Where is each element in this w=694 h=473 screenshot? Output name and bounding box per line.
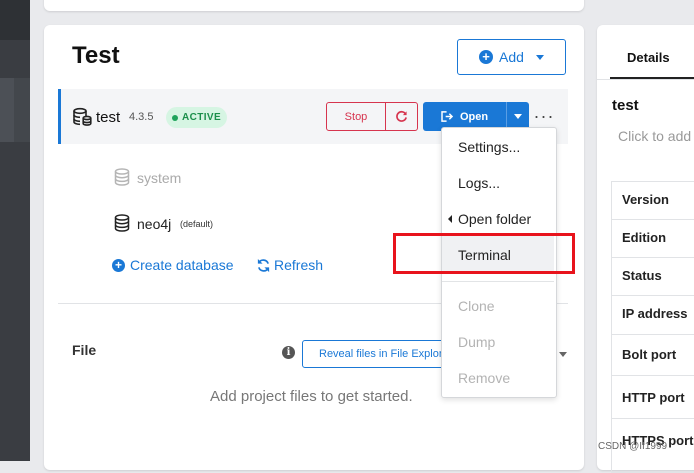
dbms-version: 4.3.5 — [129, 111, 154, 123]
chevron-down-icon — [535, 54, 544, 60]
chevron-down-icon — [514, 114, 522, 119]
add-button-label: Add — [499, 49, 524, 65]
database-icon — [114, 214, 130, 232]
refresh-label: Refresh — [274, 257, 324, 273]
reveal-files-button[interactable]: Reveal files in File Explorer — [302, 340, 452, 368]
database-stack-icon — [73, 107, 92, 126]
dbms-name: test — [96, 109, 121, 126]
empty-files-message: Add project files to get started. — [210, 388, 413, 405]
property-label: HTTP port — [622, 390, 685, 405]
project-title: Test — [72, 42, 120, 69]
status-dot-icon — [171, 114, 178, 121]
create-database-label: Create database — [130, 257, 234, 273]
dbms-selected-indicator — [58, 89, 61, 144]
property-label: Version — [622, 192, 669, 207]
menu-item-open-folder[interactable]: Open folder — [458, 211, 531, 227]
refresh-icon — [257, 258, 270, 272]
watermark: CSDN @II1999 — [598, 441, 668, 452]
refresh-link[interactable]: Refresh — [256, 257, 323, 273]
stop-button[interactable]: Stop — [326, 102, 386, 131]
app-sidebar — [0, 0, 30, 461]
property-divider — [611, 375, 694, 376]
property-label: IP address — [622, 306, 688, 321]
property-divider — [611, 219, 694, 220]
property-divider — [611, 334, 694, 335]
open-button-label: Open — [459, 110, 489, 123]
chevron-down-icon[interactable] — [559, 352, 567, 357]
property-label: Edition — [622, 230, 667, 245]
property-divider — [611, 257, 694, 258]
database-icon — [114, 168, 130, 186]
description-placeholder[interactable]: Click to add — [618, 128, 691, 144]
properties-table — [611, 181, 694, 473]
details-dbms-name: test — [612, 97, 639, 114]
app-sidebar-header — [0, 0, 30, 40]
property-divider — [611, 418, 694, 419]
menu-item-dump: Dump — [458, 334, 496, 350]
restart-button[interactable] — [385, 102, 418, 131]
add-button[interactable]: + Add — [457, 39, 566, 75]
plus-circle-icon: + — [112, 258, 125, 272]
plus-circle-icon: + — [479, 50, 494, 64]
database-neo4j-name[interactable]: neo4j — [137, 216, 171, 232]
status-badge: ACTIVE — [166, 107, 227, 128]
default-database-tag: (default) — [180, 219, 214, 229]
property-label: Bolt port — [622, 347, 677, 362]
database-system-name[interactable]: system — [137, 170, 181, 186]
create-database-link[interactable]: + Create database — [112, 257, 234, 273]
sidebar-active-item[interactable] — [0, 78, 14, 142]
menu-item-settings[interactable]: Settings... — [458, 139, 520, 155]
tab-details[interactable]: Details — [627, 50, 670, 65]
open-external-icon — [441, 111, 454, 122]
property-divider — [611, 295, 694, 296]
property-label: Status — [622, 268, 662, 283]
restart-icon — [396, 110, 407, 122]
menu-item-logs[interactable]: Logs... — [458, 175, 500, 191]
annotation-highlight-box — [393, 233, 575, 274]
more-dots-icon[interactable]: ··· — [534, 106, 554, 126]
sidebar-active-indicator — [14, 78, 30, 142]
menu-divider — [442, 281, 554, 282]
info-icon[interactable]: i — [282, 346, 295, 359]
menu-item-clone: Clone — [458, 298, 495, 314]
files-section-title: File — [72, 342, 97, 358]
tab-divider — [597, 79, 694, 80]
status-badge-label: ACTIVE — [181, 112, 222, 123]
menu-item-remove: Remove — [458, 370, 511, 386]
chevron-left-icon — [448, 215, 452, 223]
previous-project-card — [44, 0, 584, 11]
